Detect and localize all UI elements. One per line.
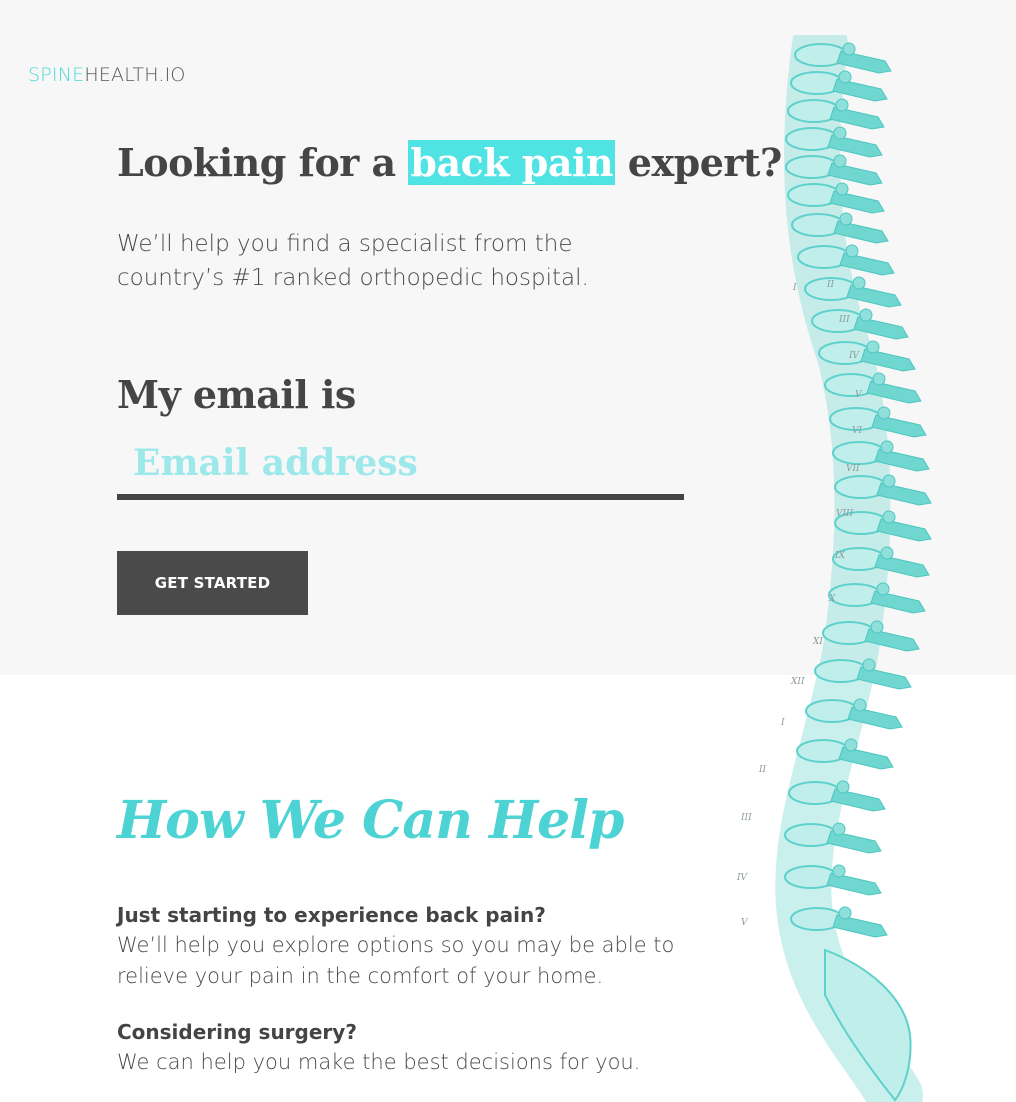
spine-label: IV — [736, 873, 749, 883]
get-started-button[interactable]: GET STARTED — [117, 551, 308, 615]
faq-question: Just starting to experience back pain? — [117, 903, 546, 927]
spine-label: XI — [812, 637, 823, 647]
spine-label: VIII — [836, 509, 854, 519]
logo-spine-text: SPINE — [28, 64, 85, 86]
vertebrae-group — [784, 42, 932, 938]
spine-label: II — [826, 280, 835, 290]
spine-label: XII — [790, 677, 805, 687]
spine-illustration: I II III IV V VI VII VIII IX X XI XII I … — [736, 35, 932, 1102]
hero-subhead: We’ll help you find a specialist from th… — [117, 231, 589, 291]
faq-question: Considering surgery? — [117, 1020, 357, 1044]
headline-highlight: back pain — [408, 140, 616, 185]
spine-label: II — [758, 765, 767, 775]
faq-answer: We can help you make the best decisions … — [117, 1050, 641, 1074]
logo-health-text: HEALTH.IO — [84, 64, 186, 86]
spine-label: I — [792, 283, 797, 293]
spine-label: III — [740, 813, 752, 823]
spine-label: IX — [834, 551, 846, 561]
hero-headline: Looking for a back pain expert? — [117, 140, 782, 185]
faq-answer: We’ll help you explore options so you ma… — [117, 933, 675, 988]
spine-label: I — [780, 718, 785, 728]
spine-label: IV — [848, 351, 861, 361]
email-input[interactable] — [117, 432, 684, 500]
faq-item: Considering surgery? We can help you mak… — [117, 1017, 737, 1078]
faq-item: Just starting to experience back pain? W… — [117, 900, 737, 992]
spine-label: VII — [846, 464, 860, 474]
spine-label: V — [741, 918, 749, 928]
site-logo[interactable]: SPINEHEALTH.IO — [28, 64, 186, 86]
spine-label: X — [828, 594, 836, 604]
email-label: My email is — [117, 372, 356, 417]
spine-label: III — [838, 315, 850, 325]
spine-label: VI — [852, 426, 862, 436]
help-section-title: How We Can Help — [117, 790, 624, 851]
headline-prefix: Looking for a — [117, 140, 409, 185]
